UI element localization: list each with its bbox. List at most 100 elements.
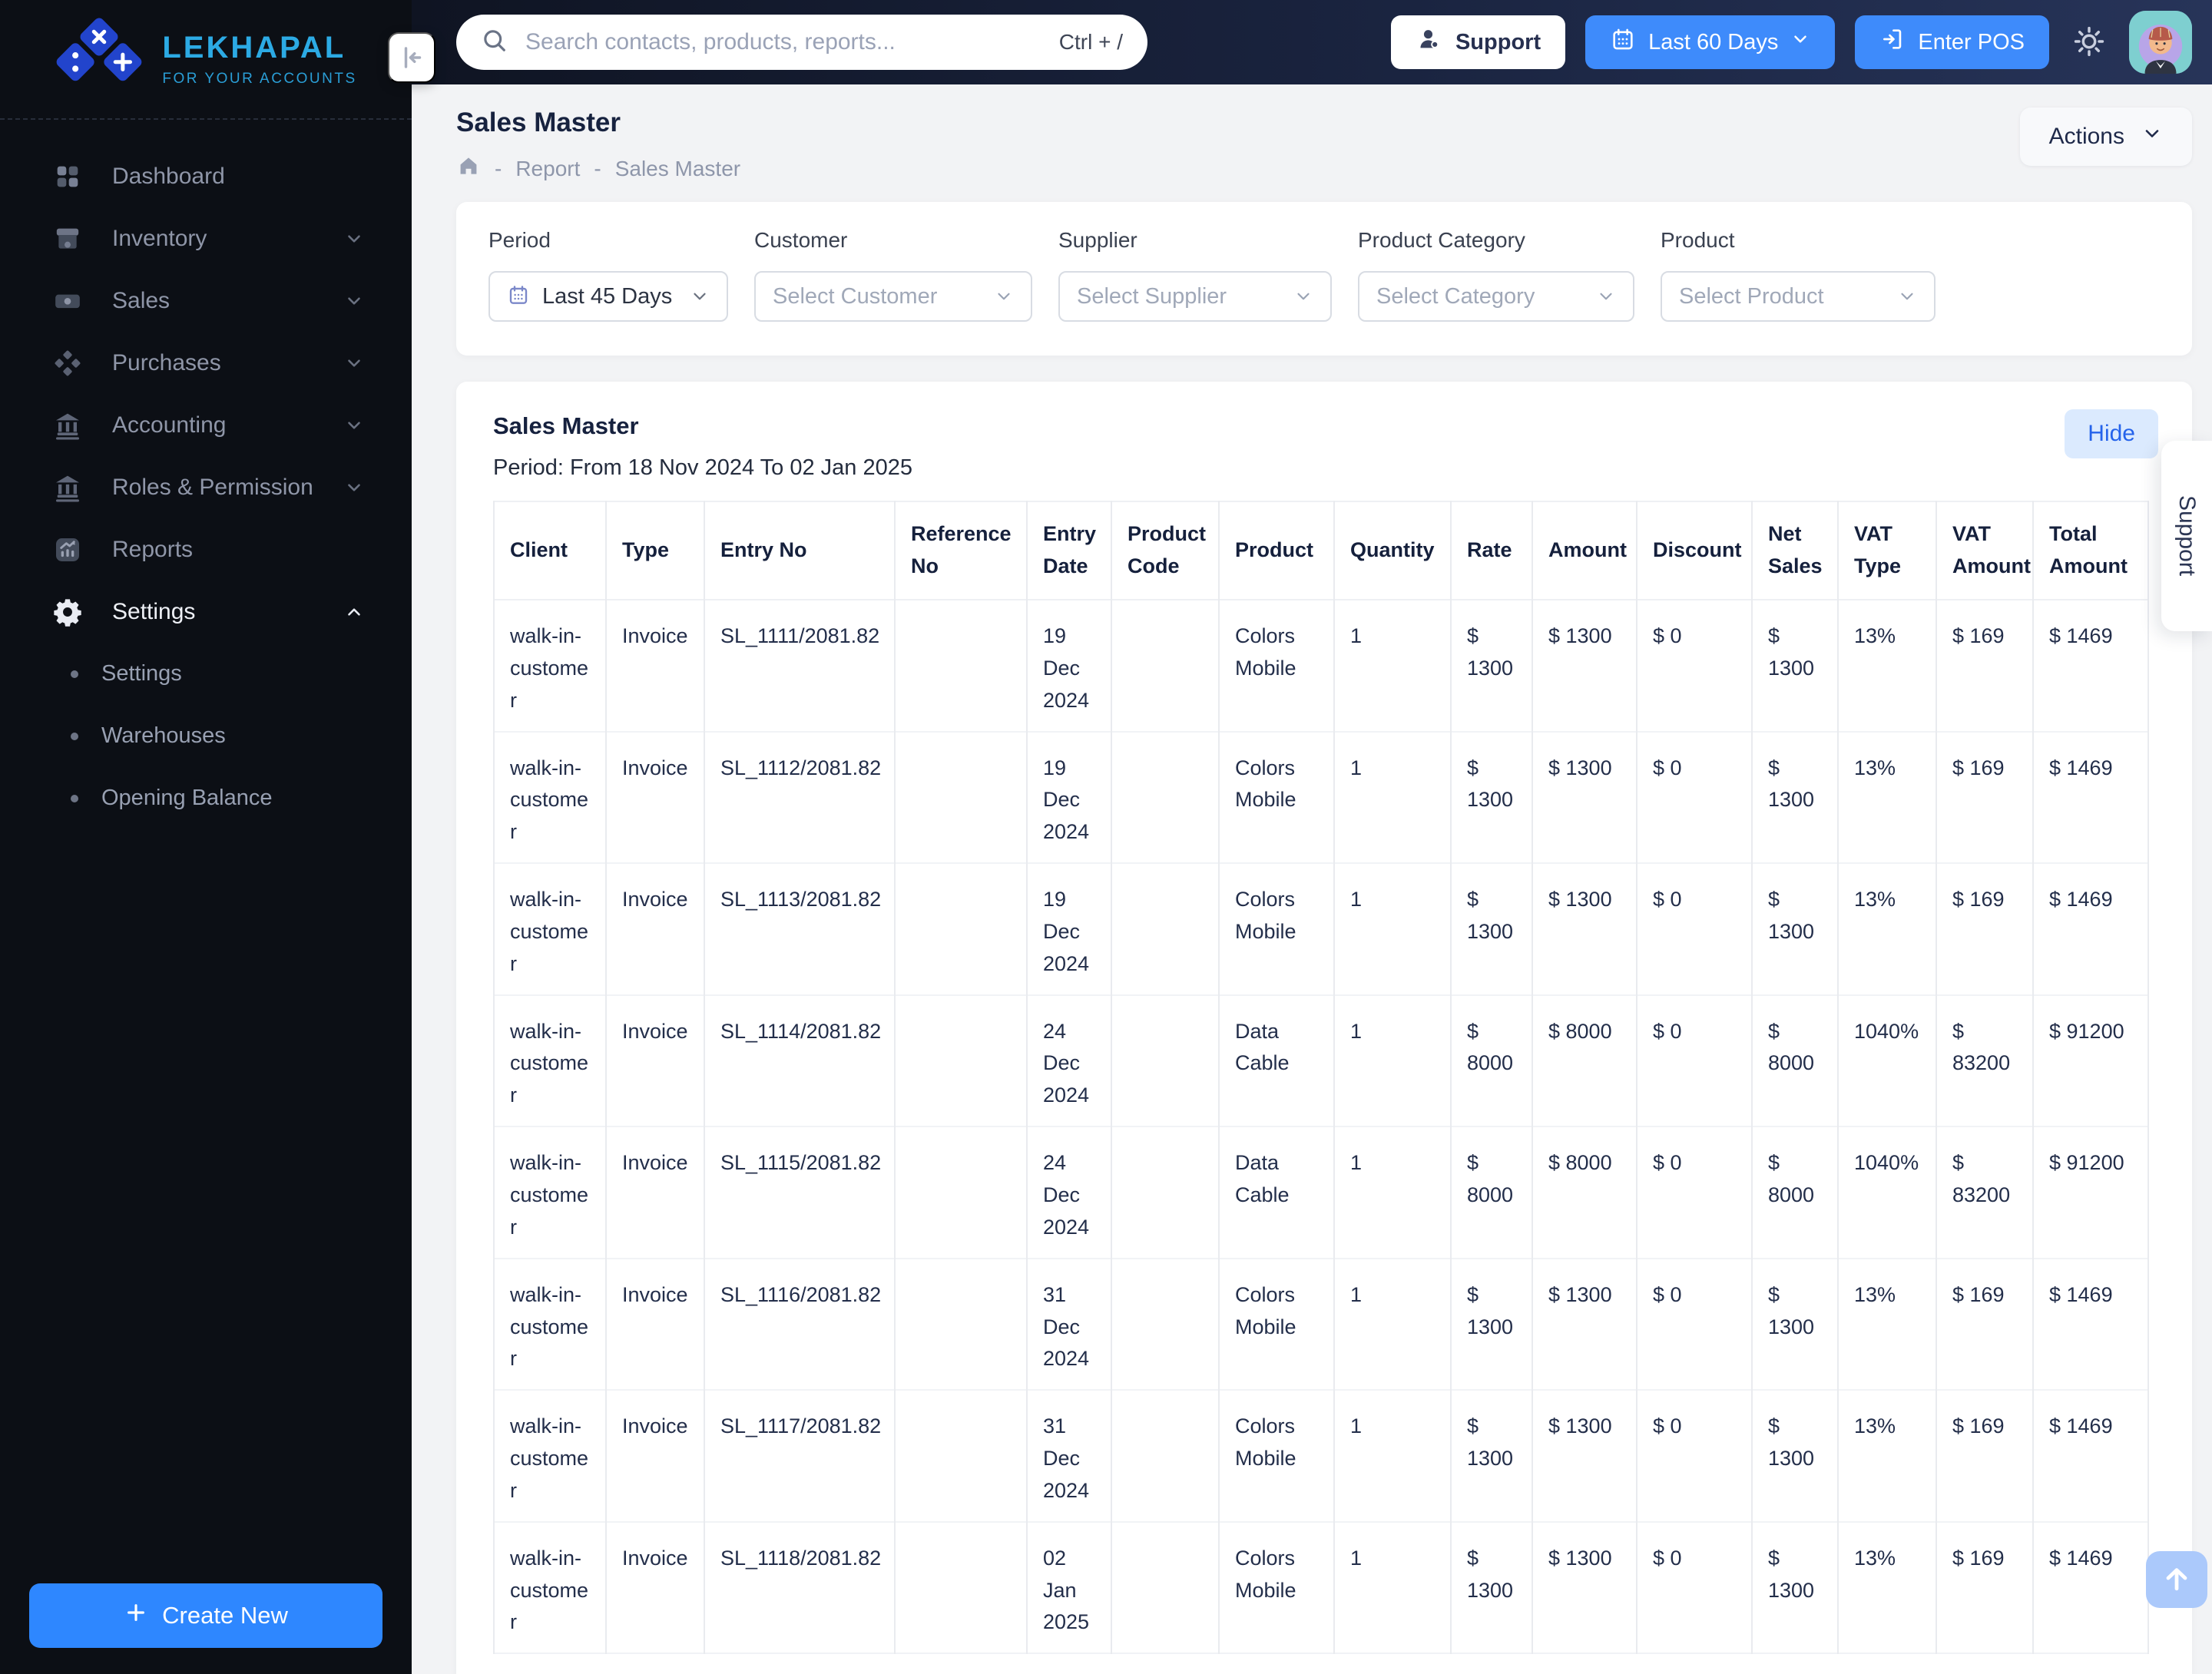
- sidebar-item-settings[interactable]: Settings: [0, 581, 412, 643]
- table-cell: walk-in-customer: [493, 1258, 606, 1391]
- table-cell: $ 83200: [1936, 994, 2033, 1127]
- search-input[interactable]: [524, 28, 1044, 56]
- app-logo[interactable]: LEKHAPAL FOR YOUR ACCOUNTS: [55, 16, 356, 103]
- login-icon: [1879, 26, 1906, 58]
- sidebar-item-dashboard[interactable]: Dashboard: [0, 145, 412, 207]
- sidebar-item-reports[interactable]: Reports: [0, 518, 412, 581]
- calendar-icon: [1610, 26, 1636, 58]
- table-cell: $ 1469: [2032, 1390, 2149, 1522]
- table-cell: $ 0: [1636, 1126, 1752, 1259]
- filter-label: Period: [488, 228, 551, 252]
- table-cell: walk-in-customer: [493, 731, 606, 864]
- table-cell: $ 1300: [1532, 1258, 1637, 1391]
- table-cell: $ 0: [1636, 1258, 1752, 1391]
- global-search[interactable]: Ctrl + /: [456, 15, 1147, 70]
- breadcrumb-sales-master[interactable]: Sales Master: [615, 157, 740, 181]
- chevron-down-icon: [344, 478, 364, 498]
- report-chart-icon: [51, 533, 84, 567]
- table-cell: 13%: [1837, 731, 1936, 864]
- table-cell: [894, 863, 1027, 995]
- table-cell: 1: [1333, 731, 1451, 864]
- sidebar-subitem-opening-balance[interactable]: Opening Balance: [0, 767, 412, 829]
- table-cell: $ 1300: [1532, 731, 1637, 864]
- chevron-down-icon: [2141, 123, 2163, 151]
- sidebar-subitem-settings[interactable]: Settings: [0, 643, 412, 705]
- period-value: Last 45 Days: [542, 283, 673, 309]
- brand-tagline: FOR YOUR ACCOUNTS: [162, 71, 357, 87]
- brand-name: LEKHAPAL: [162, 31, 346, 65]
- column-header: Product Code: [1111, 501, 1219, 600]
- enter-pos-button[interactable]: Enter POS: [1855, 15, 2049, 69]
- table-cell: $ 1469: [2032, 1521, 2149, 1654]
- breadcrumb-separator: -: [594, 156, 601, 180]
- table-cell: Colors Mobile: [1218, 1521, 1334, 1654]
- table-row: walk-in-customer Invoice SL_1118/2081.82 02…: [493, 1521, 2149, 1654]
- table-cell: SL_1113/2081.82: [704, 863, 895, 995]
- filter-card: Period Last 45 Days Customer Select Cust…: [456, 202, 2192, 356]
- table-cell: $ 1300: [1450, 600, 1532, 732]
- search-shortcut-hint: Ctrl + /: [1058, 30, 1123, 54]
- column-header: Reference No: [894, 501, 1027, 600]
- sidebar-item-roles-permission[interactable]: Roles & Permission: [0, 456, 412, 518]
- sun-icon: [2072, 25, 2106, 61]
- table-row: walk-in-customer Invoice SL_1113/2081.82 19…: [493, 863, 2149, 995]
- theme-toggle-button[interactable]: [2069, 25, 2109, 61]
- table-cell: 13%: [1837, 1521, 1936, 1654]
- table-cell: SL_1114/2081.82: [704, 994, 895, 1127]
- table-cell: [894, 731, 1027, 864]
- table-cell: $ 1300: [1532, 1521, 1637, 1654]
- table-body: walk-in-customer Invoice SL_1111/2081.82 19…: [493, 600, 2149, 1654]
- sidebar-item-inventory[interactable]: Inventory: [0, 207, 412, 270]
- support-button[interactable]: Support: [1390, 15, 1566, 69]
- product-placeholder: Select Product: [1679, 283, 1824, 309]
- table-cell: 1040%: [1837, 1126, 1936, 1259]
- category-select[interactable]: Select Category: [1358, 271, 1634, 322]
- filter-label: Product: [1661, 228, 1735, 252]
- table-cell: SL_1111/2081.82: [704, 600, 895, 732]
- filter-label: Product Category: [1358, 228, 1525, 252]
- column-header: Discount: [1636, 501, 1752, 600]
- table-cell: Invoice: [605, 1390, 704, 1522]
- sidebar-item-label: Sales: [112, 287, 171, 313]
- support-button-label: Support: [1455, 29, 1541, 55]
- table-cell: [1111, 994, 1219, 1127]
- support-side-tab[interactable]: Support: [2161, 441, 2212, 631]
- table-cell: SL_1115/2081.82: [704, 1126, 895, 1259]
- breadcrumb-report[interactable]: Report: [515, 157, 580, 181]
- date-range-button[interactable]: Last 60 Days: [1585, 15, 1836, 69]
- product-select[interactable]: Select Product: [1661, 271, 1936, 322]
- sidebar-collapse-button[interactable]: [388, 32, 435, 83]
- sidebar-item-label: Inventory: [112, 225, 207, 251]
- home-icon[interactable]: [456, 154, 481, 184]
- table-cell: $ 1300: [1751, 1521, 1838, 1654]
- table-cell: $ 8000: [1751, 1126, 1838, 1259]
- period-select[interactable]: Last 45 Days: [488, 271, 728, 322]
- table-cell: walk-in-customer: [493, 600, 606, 732]
- sidebar: LEKHAPAL FOR YOUR ACCOUNTS Dashboard Inv…: [0, 0, 412, 1674]
- table-cell: Invoice: [605, 863, 704, 995]
- table-cell: [1111, 600, 1219, 732]
- supplier-select[interactable]: Select Supplier: [1058, 271, 1332, 322]
- bullet-icon: [71, 732, 78, 740]
- table-row: walk-in-customer Invoice SL_1116/2081.82 31…: [493, 1258, 2149, 1391]
- customer-placeholder: Select Customer: [773, 283, 938, 309]
- scroll-to-top-button[interactable]: [2146, 1551, 2207, 1608]
- dashboard-grid-icon: [51, 160, 84, 194]
- column-header: Total Amount: [2032, 501, 2149, 600]
- sidebar-item-sales[interactable]: Sales: [0, 270, 412, 332]
- table-cell: $ 1469: [2032, 731, 2149, 864]
- filter-product-category: Product Category Select Category: [1358, 228, 1634, 322]
- create-new-button[interactable]: Create New: [29, 1583, 382, 1648]
- sidebar-item-purchases[interactable]: Purchases: [0, 332, 412, 394]
- table-cell: 1: [1333, 1390, 1451, 1522]
- plus-icon: [124, 1600, 148, 1631]
- table-cell: [894, 600, 1027, 732]
- customer-select[interactable]: Select Customer: [754, 271, 1032, 322]
- user-avatar[interactable]: [2129, 11, 2192, 74]
- column-header: Type: [605, 501, 704, 600]
- actions-button[interactable]: Actions: [2019, 108, 2192, 166]
- hide-button[interactable]: Hide: [2065, 409, 2158, 458]
- table-cell: Colors Mobile: [1218, 1390, 1334, 1522]
- sidebar-subitem-warehouses[interactable]: Warehouses: [0, 705, 412, 767]
- sidebar-item-accounting[interactable]: Accounting: [0, 394, 412, 456]
